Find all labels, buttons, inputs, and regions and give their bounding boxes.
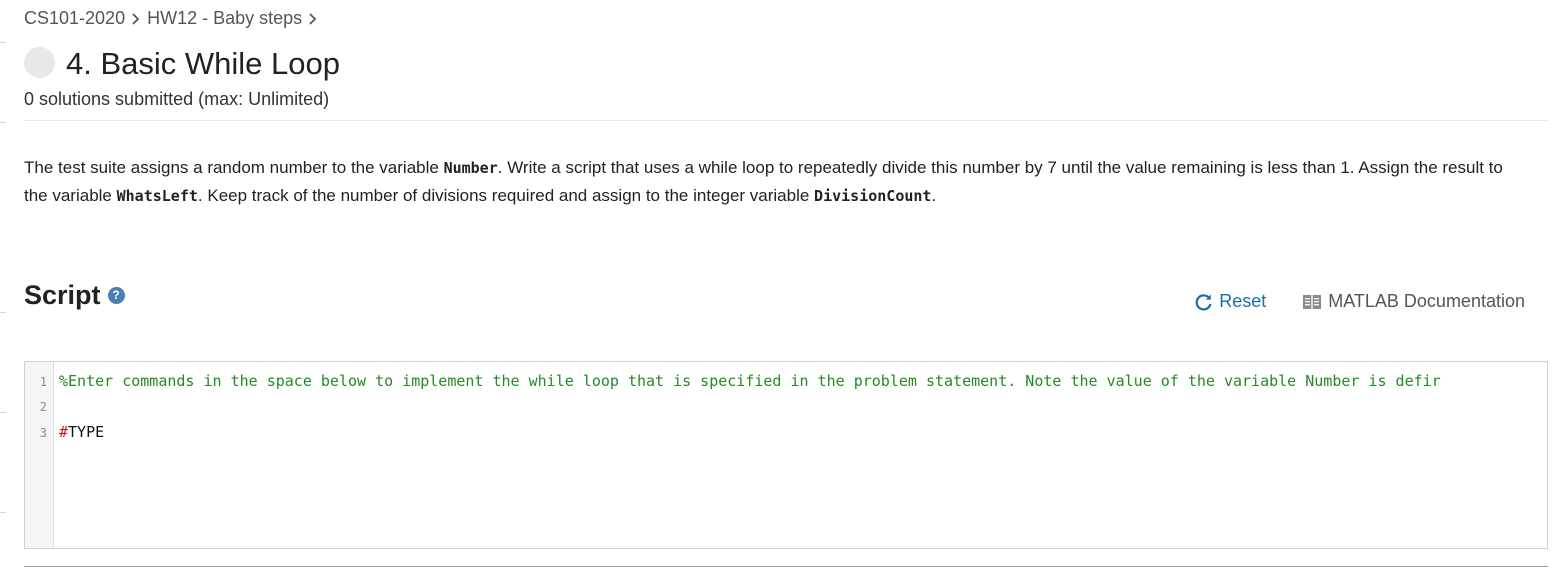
code-comment: %Enter commands in the space below to im… [59,372,1441,390]
variable-whatsleft: WhatsLeft [116,187,198,205]
code-token: TYPE [68,423,105,441]
divider [24,120,1548,121]
variable-divisioncount: DivisionCount [814,187,932,205]
description-text: . [931,186,937,205]
documentation-label: MATLAB Documentation [1328,291,1525,311]
breadcrumb-course-link[interactable]: CS101-2020 [24,8,125,29]
matlab-documentation-link[interactable]: MATLAB Documentation [1302,291,1525,312]
line-number: 2 [39,400,47,414]
hash-token: # [59,423,69,441]
variable-number: Number [443,159,498,177]
divider [24,566,1548,567]
line-number: 1 [39,375,47,389]
refresh-icon [1195,293,1212,310]
code-line: 3 #TYPE [25,420,104,445]
code-line: 1 %Enter commands in the space below to … [25,369,1441,394]
code-editor[interactable]: 1 %Enter commands in the space below to … [24,361,1548,549]
page-title: 4. Basic While Loop [66,46,340,81]
script-section-heading: Script ? [24,280,125,311]
chevron-right-icon [302,8,324,29]
description-text: . Keep track of the number of divisions … [197,186,815,205]
help-icon[interactable]: ? [107,287,125,304]
left-edge-ticks [0,0,6,572]
breadcrumb: CS101-2020 HW12 - Baby steps [24,8,324,29]
reset-label: Reset [1219,291,1267,311]
problem-status-indicator [24,47,55,78]
breadcrumb-assignment-link[interactable]: HW12 - Baby steps [147,8,302,29]
chevron-right-icon [125,8,147,29]
script-toolbar: Reset MATLAB Documentation [1194,291,1525,312]
code-text: #TYPE [59,420,104,445]
reset-button[interactable]: Reset [1194,291,1266,312]
script-heading-label: Script [24,280,101,310]
submission-count: 0 solutions submitted (max: Unlimited) [24,89,330,109]
book-icon [1303,294,1322,309]
problem-description: The test suite assigns a random number t… [24,154,1524,210]
description-text: The test suite assigns a random number t… [24,158,444,177]
code-line: 2 [25,394,47,419]
line-number: 3 [39,426,47,440]
